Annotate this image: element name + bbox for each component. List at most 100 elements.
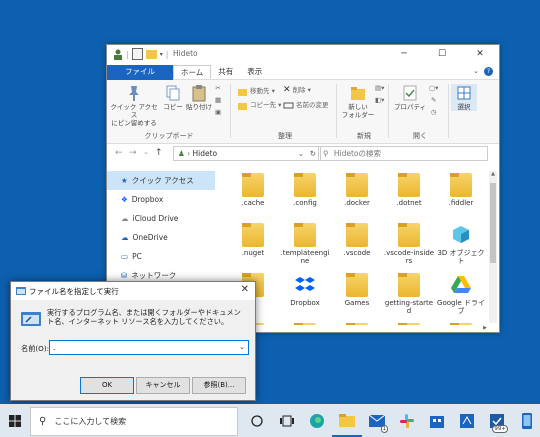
azure-icon[interactable] [452, 404, 482, 437]
file-item[interactable]: .vscode [331, 223, 383, 267]
rename-button[interactable]: 名前の変更 [283, 100, 329, 111]
select-button[interactable]: 選択 [451, 84, 477, 111]
clipboard-group-label: クリップボード [144, 132, 194, 140]
tab-share[interactable]: 共有 [211, 65, 240, 79]
delete-button[interactable]: ✕ 削除 ▾ [283, 86, 311, 95]
new-folder-icon[interactable] [145, 49, 157, 59]
file-item[interactable]: .vscode-insiders [383, 223, 435, 267]
paste-button[interactable]: 貼り付け [185, 84, 213, 111]
delete-icon: ✕ [283, 85, 291, 95]
properties-button[interactable]: プロパティ [393, 84, 427, 111]
phone-icon[interactable] [512, 404, 540, 437]
pin-quick-access-button[interactable]: クイック アクセス にピン留めする [109, 84, 159, 127]
name-input[interactable]: . ⌄ [49, 340, 249, 355]
user-folder-icon [114, 49, 122, 60]
minimize-button[interactable]: ─ [385, 45, 423, 63]
close-button[interactable]: ✕ [461, 45, 499, 63]
up-button[interactable]: ↑ [155, 148, 163, 158]
chevron-down-icon[interactable]: ▾ [160, 51, 163, 58]
folder-icon [294, 223, 316, 247]
horizontal-scrollbar[interactable]: ◀ ▶ [219, 325, 487, 331]
nav-item[interactable]: ☁ iCloud Drive [107, 209, 215, 228]
file-item[interactable]: .cache [227, 173, 279, 217]
move-to-button[interactable]: 移動先 ▾ [237, 86, 275, 97]
refresh-icon[interactable]: ↻ [310, 147, 316, 160]
history-icon[interactable]: ◷ [431, 108, 437, 117]
taskbar-search[interactable]: ⚲ ここに入力して検索 [30, 407, 238, 436]
nav-item[interactable]: ★ クイック アクセス [107, 171, 215, 190]
file-item[interactable]: getting-started [383, 273, 435, 317]
file-item[interactable]: Games [331, 273, 383, 317]
close-button[interactable]: ✕ [241, 284, 249, 295]
copy-to-button[interactable]: コピー先 ▾ [237, 100, 281, 111]
new-small-actions: ▤▾ ◧▾ [375, 84, 384, 105]
vertical-scrollbar[interactable]: ▲ [489, 171, 497, 323]
run-dialog-title-bar: ファイル名を指定して実行 ✕ [11, 282, 255, 300]
task-view-icon[interactable] [272, 404, 302, 437]
folder-icon [242, 223, 264, 247]
taskbar-apps: 1 99+ [242, 404, 540, 437]
mail-icon[interactable]: 1 [362, 404, 392, 437]
nav-item[interactable]: ▭ PC [107, 247, 215, 266]
back-button[interactable]: ← [115, 148, 123, 158]
mail-badge: 1 [380, 425, 388, 433]
start-button[interactable] [0, 404, 30, 437]
copy-button[interactable]: コピー [161, 84, 185, 111]
properties-icon[interactable] [131, 48, 143, 60]
edit-icon[interactable]: ✎ [431, 96, 436, 105]
file-item[interactable]: .config [279, 173, 331, 217]
search-box[interactable]: ⚲ Hidetoの検索 [318, 146, 488, 161]
chevron-down-icon[interactable]: ⌄ [239, 341, 245, 354]
nav-item[interactable]: ❖ Dropbox [107, 190, 215, 209]
move-icon [238, 89, 247, 96]
file-item[interactable]: 3D オブジェクト [435, 223, 487, 267]
tab-view[interactable]: 表示 [240, 65, 269, 79]
new-group-label: 新規 [357, 132, 371, 140]
file-name: .vscode-insiders [383, 249, 435, 265]
copy-to-icon [238, 103, 247, 110]
file-item[interactable]: .fiddler [435, 173, 487, 217]
explorer-icon[interactable] [332, 404, 362, 437]
cortana-icon[interactable] [242, 404, 272, 437]
ribbon-expand-icon[interactable]: ⌄ [473, 67, 479, 75]
open-icon[interactable]: ▢▾ [429, 84, 438, 93]
chevron-down-icon[interactable]: ⌄ [298, 147, 304, 160]
address-bar: ← → ⌄ ↑ ♟ › Hideto ⌄ ↻ ⚲ Hidetoの検索 [107, 144, 499, 162]
new-item-icon[interactable]: ▤▾ [375, 84, 384, 93]
organize-group: 移動先 ▾ コピー先 ▾ ✕ 削除 ▾ 名前の変更 整理 [233, 80, 337, 143]
file-item[interactable]: Dropbox [279, 273, 331, 317]
folder-icon [398, 273, 420, 297]
paste-shortcut-icon[interactable]: ▣ [215, 108, 221, 117]
ok-button[interactable]: OK [80, 377, 134, 394]
dropbox-icon [295, 277, 315, 291]
file-item[interactable]: .templateengine [279, 223, 331, 267]
recent-locations-button[interactable]: ⌄ [143, 148, 149, 156]
file-name: .fiddler [448, 199, 474, 207]
file-item[interactable]: .nuget [227, 223, 279, 267]
file-item[interactable]: Google ドライブ [435, 273, 487, 317]
file-item[interactable]: .docker [331, 173, 383, 217]
easy-access-icon[interactable]: ◧▾ [375, 96, 384, 105]
maximize-button[interactable]: ☐ [423, 45, 461, 63]
todo-icon[interactable]: 99+ [482, 404, 512, 437]
address-path[interactable]: ♟ › Hideto ⌄ ↻ [173, 146, 321, 161]
new-folder-icon [351, 87, 365, 100]
edge-icon[interactable] [302, 404, 332, 437]
tab-home[interactable]: ホーム [173, 65, 212, 79]
nav-item[interactable]: ☁ OneDrive [107, 228, 215, 247]
forward-button[interactable]: → [129, 148, 137, 158]
store-icon[interactable] [422, 404, 452, 437]
file-item[interactable]: .dotnet [383, 173, 435, 217]
new-folder-button[interactable]: 新しい フォルダー [341, 84, 375, 119]
scrollbar-thumb[interactable] [490, 183, 496, 263]
slack-icon[interactable] [392, 404, 422, 437]
cut-icon[interactable]: ✂ [215, 84, 220, 93]
help-icon[interactable]: ? [484, 67, 493, 76]
cancel-button[interactable]: キャンセル [136, 377, 190, 394]
paste-icon [192, 85, 206, 102]
file-name: Games [344, 299, 370, 307]
file-name: .nuget [241, 249, 265, 257]
copy-path-icon[interactable]: ▦ [215, 96, 221, 105]
search-icon: ⚲ [323, 149, 329, 158]
browse-button[interactable]: 参照(B)... [192, 377, 246, 394]
